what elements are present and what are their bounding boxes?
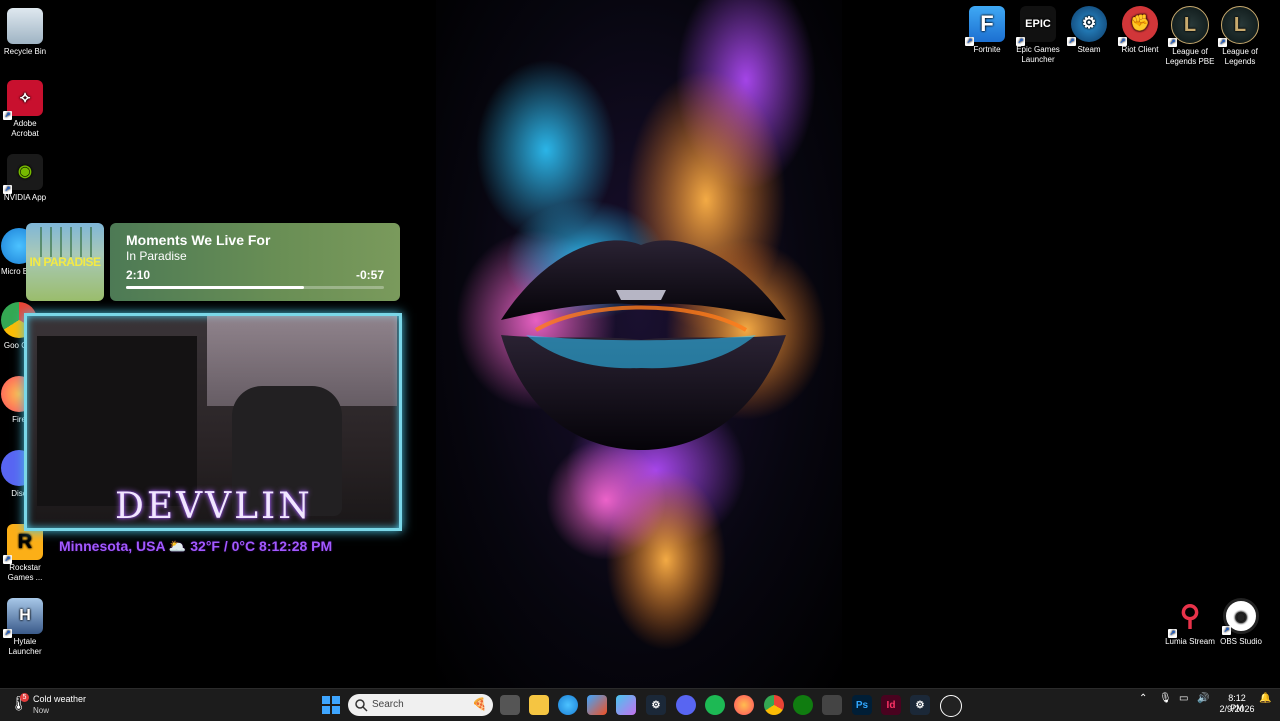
copilot-icon[interactable] <box>616 695 636 715</box>
shortcut-arrow-icon: ↗ <box>1168 38 1177 47</box>
store-icon[interactable] <box>587 695 607 715</box>
track-title: Moments We Live For <box>126 232 271 248</box>
show-hidden-icons-chevron-icon[interactable]: ⌃ <box>1139 693 1147 704</box>
fortnite-icon: F ↗ <box>965 6 1005 46</box>
shortcut-arrow-icon: ↗ <box>1222 626 1231 635</box>
shortcut-arrow-icon: ↗ <box>1168 629 1177 638</box>
shortcut-arrow-icon: ↗ <box>3 555 12 564</box>
acrobat-icon: ⟡ ↗ <box>3 80 43 120</box>
desktop-icon-nvidia-app[interactable]: ◉ ↗ NVIDIA App <box>0 154 50 203</box>
desktop-icon-recycle-bin[interactable]: Recycle Bin <box>0 8 50 57</box>
taskbar: 🌡 5 Cold weather Now Search 🍕 ⚙ Ps Id ⚙ … <box>0 688 1280 721</box>
search-icon <box>355 699 368 712</box>
chrome-taskbar-icon[interactable] <box>764 695 784 715</box>
volume-icon[interactable]: 🔊 <box>1197 693 1209 704</box>
desktop-icon-steam[interactable]: ⚙ ↗ Steam <box>1064 6 1114 55</box>
firefox-taskbar-icon[interactable] <box>734 695 754 715</box>
taskbar-search[interactable]: Search 🍕 <box>348 694 493 716</box>
desktop-wallpaper <box>436 0 842 688</box>
shortcut-arrow-icon: ↗ <box>1067 37 1076 46</box>
location-weather-info: Minnesota, USA 🌥️ 32°F / 0°C 8:12:28 PM <box>59 538 333 554</box>
webcam-shelf <box>37 336 197 506</box>
search-placeholder: Search <box>372 699 404 710</box>
weather-title: Cold weather <box>33 694 87 704</box>
desktop-icon-fortnite[interactable]: F ↗ Fortnite <box>962 6 1012 55</box>
start-button[interactable] <box>321 695 341 715</box>
desktop-icon-lumia-stream[interactable]: ⚲ ↗ Lumia Stream <box>1165 598 1215 647</box>
desktop-icon-adobe-acrobat[interactable]: ⟡ ↗ Adobe Acrobat <box>0 80 50 139</box>
riot-client-icon: ✊ ↗ <box>1118 6 1158 46</box>
now-playing-widget[interactable]: Moments We Live For In Paradise 2:10 -0:… <box>110 223 400 301</box>
remaining-time: -0:57 <box>355 268 384 282</box>
lumia-stream-icon: ⚲ ↗ <box>1168 600 1201 638</box>
edge-taskbar-icon[interactable] <box>558 695 578 715</box>
weather-badge: 5 <box>20 693 29 702</box>
discord-taskbar-icon[interactable] <box>676 695 696 715</box>
network-icon[interactable]: ▭ <box>1179 693 1188 704</box>
desktop-icon-rockstar[interactable]: R ↗ Rockstar Games ... <box>0 524 50 583</box>
xbox-icon[interactable] <box>793 695 813 715</box>
desktop-icon-epic-games[interactable]: EPIC ↗ Epic Games Launcher <box>1013 6 1063 65</box>
steam-secondary-icon[interactable]: ⚙ <box>910 695 930 715</box>
desktop-icon-league[interactable]: L ↗ League of Legends <box>1215 6 1265 67</box>
epic-games-icon: EPIC ↗ <box>1016 6 1056 46</box>
shortcut-arrow-icon: ↗ <box>3 629 12 638</box>
palm-trees-art <box>32 227 98 257</box>
streamer-name: DEVVLIN <box>115 486 313 527</box>
shortcut-arrow-icon: ↗ <box>3 185 12 194</box>
task-view-icon[interactable] <box>500 695 520 715</box>
lips-smoke-artwork <box>456 0 826 650</box>
desktop-icon-riot-client[interactable]: ✊ ↗ Riot Client <box>1115 6 1165 55</box>
album-art-text: IN PARADISE <box>29 255 101 269</box>
obs-taskbar-icon[interactable] <box>940 695 962 717</box>
league-pbe-icon: L ↗ <box>1168 6 1209 47</box>
desktop-icon-obs-studio[interactable]: ◉ ↗ OBS Studio <box>1216 598 1266 647</box>
notification-bell-icon[interactable]: 🔔 <box>1259 693 1271 704</box>
progress-fill <box>126 286 305 289</box>
shortcut-arrow-icon: ↗ <box>1016 37 1025 46</box>
snipping-tool-icon[interactable] <box>822 695 842 715</box>
recycle-bin-icon <box>7 8 43 44</box>
desktop-icon-hytale[interactable]: H ↗ Hytale Launcher <box>0 598 50 657</box>
clock-date[interactable]: 2/9/2026 <box>1216 704 1258 714</box>
spotify-icon[interactable] <box>705 695 725 715</box>
windows-logo-icon <box>322 696 340 714</box>
album-art[interactable]: IN PARADISE <box>26 223 104 301</box>
shortcut-arrow-icon: ↗ <box>1118 37 1127 46</box>
elapsed-time: 2:10 <box>126 268 151 282</box>
steam-icon: ⚙ ↗ <box>1067 6 1107 46</box>
microphone-icon[interactable]: 🎙 <box>1159 693 1172 704</box>
nvidia-icon: ◉ ↗ <box>3 154 43 194</box>
shortcut-arrow-icon: ↗ <box>1218 38 1227 47</box>
track-artist: In Paradise <box>126 249 187 263</box>
search-highlight-icon: 🍕 <box>472 697 487 711</box>
desktop-icon-league-pbe[interactable]: L ↗ League of Legends PBE <box>1165 6 1215 67</box>
progress-bar[interactable] <box>126 286 384 289</box>
steam-taskbar-icon[interactable]: ⚙ <box>646 695 666 715</box>
indesign-icon[interactable]: Id <box>881 695 901 715</box>
hytale-icon: H ↗ <box>3 598 43 638</box>
obs-studio-icon: ◉ ↗ <box>1222 598 1259 635</box>
league-icon: L ↗ <box>1218 6 1259 47</box>
shortcut-arrow-icon: ↗ <box>965 37 974 46</box>
file-explorer-icon[interactable] <box>529 695 549 715</box>
weather-subtitle: Now <box>33 706 50 715</box>
photoshop-icon[interactable]: Ps <box>852 695 872 715</box>
shortcut-arrow-icon: ↗ <box>3 111 12 120</box>
